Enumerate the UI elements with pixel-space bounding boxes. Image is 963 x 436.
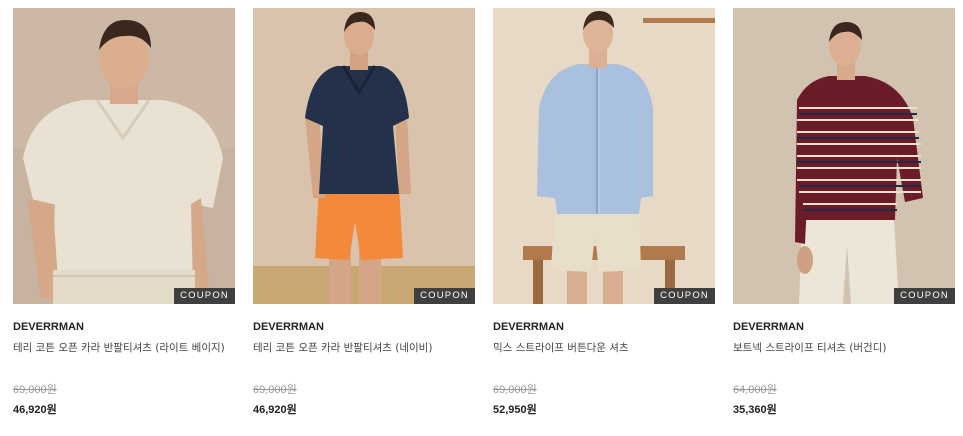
product-name[interactable]: 테리 코튼 오픈 카라 반팔티셔츠 (라이트 베이지) bbox=[13, 339, 235, 357]
sale-price: 46,920원 bbox=[13, 404, 57, 416]
original-price: 64,000원 bbox=[733, 384, 777, 396]
coupon-badge: COUPON bbox=[894, 288, 955, 304]
sale-price: 35,360원 bbox=[733, 404, 777, 416]
product-brand[interactable]: DEVERRMAN bbox=[13, 321, 84, 333]
sale-price: 52,950원 bbox=[493, 404, 537, 416]
product-image[interactable]: COUPON bbox=[733, 8, 955, 304]
product-card[interactable]: COUPON DEVERRMAN 테리 코튼 오픈 카라 반팔티셔츠 (네이비)… bbox=[253, 8, 475, 416]
product-image[interactable]: COUPON bbox=[253, 8, 475, 304]
product-image[interactable]: COUPON bbox=[13, 8, 235, 304]
sale-price: 46,920원 bbox=[253, 404, 297, 416]
product-card[interactable]: COUPON DEVERRMAN 보트넥 스트라이프 티셔츠 (버건디) 64,… bbox=[733, 8, 955, 416]
original-price: 69,000원 bbox=[253, 384, 297, 396]
product-card[interactable]: COUPON DEVERRMAN 테리 코튼 오픈 카라 반팔티셔츠 (라이트 … bbox=[13, 8, 235, 416]
product-brand[interactable]: DEVERRMAN bbox=[733, 321, 804, 333]
product-brand[interactable]: DEVERRMAN bbox=[493, 321, 564, 333]
product-brand[interactable]: DEVERRMAN bbox=[253, 321, 324, 333]
product-name[interactable]: 믹스 스트라이프 버튼다운 셔츠 bbox=[493, 339, 715, 357]
coupon-badge: COUPON bbox=[414, 288, 475, 304]
original-price: 69,000원 bbox=[493, 384, 537, 396]
product-image[interactable]: COUPON bbox=[493, 8, 715, 304]
original-price: 69,000원 bbox=[13, 384, 57, 396]
coupon-badge: COUPON bbox=[174, 288, 235, 304]
product-name[interactable]: 보트넥 스트라이프 티셔츠 (버건디) bbox=[733, 339, 955, 357]
coupon-badge: COUPON bbox=[654, 288, 715, 304]
product-card[interactable]: COUPON DEVERRMAN 믹스 스트라이프 버튼다운 셔츠 69,000… bbox=[493, 8, 715, 416]
product-name[interactable]: 테리 코튼 오픈 카라 반팔티셔츠 (네이비) bbox=[253, 339, 475, 357]
